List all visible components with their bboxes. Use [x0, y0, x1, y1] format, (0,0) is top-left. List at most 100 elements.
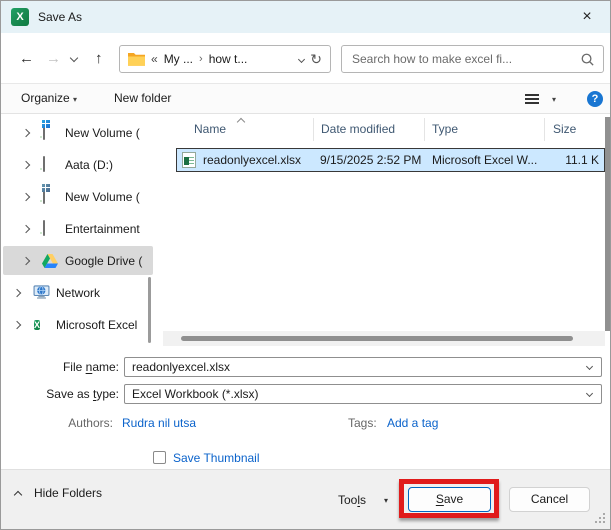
label-text: Save as: [46, 387, 93, 401]
address-chevron-down-icon[interactable]: [298, 55, 306, 63]
sidebar-item-label: Google Drive (: [65, 254, 143, 268]
organize-button[interactable]: Organize ▾: [21, 84, 77, 114]
excel-logo-icon: X: [11, 8, 29, 26]
excel-file-icon: [182, 152, 196, 168]
search-input[interactable]: [352, 47, 567, 71]
horizontal-scrollbar[interactable]: [163, 331, 605, 346]
vertical-scrollbar[interactable]: [605, 117, 610, 331]
close-icon[interactable]: ×: [574, 7, 600, 27]
sidebar-item-label: Network: [56, 286, 101, 300]
toolbar: Organize ▾ New folder ▾ ?: [1, 83, 610, 114]
drive-icon: [43, 156, 45, 172]
titlebar: X Save As ×: [1, 1, 610, 33]
date-modified-cell: 9/15/2025 2:52 PM: [320, 153, 422, 167]
save-thumbnail-checkbox[interactable]: [153, 451, 166, 464]
chevron-up-icon: [13, 490, 23, 500]
column-header-date-modified[interactable]: Date modified: [321, 122, 395, 136]
back-icon[interactable]: ←: [19, 51, 34, 67]
sort-ascending-icon: [236, 117, 246, 127]
resize-grip[interactable]: [595, 513, 597, 515]
sidebar-item-aata-d[interactable]: Aata (D:): [1, 149, 157, 181]
column-divider[interactable]: [313, 118, 314, 141]
label-text: s: [360, 493, 367, 507]
expand-chevron-icon[interactable]: [21, 224, 31, 234]
sidebar-item-label: Entertainment: [65, 222, 140, 236]
window-title: Save As: [38, 10, 83, 24]
label-text: File: [62, 360, 86, 374]
sidebar-item-new-volume-1[interactable]: New Volume (: [1, 117, 157, 149]
sidebar-item-microsoft-excel[interactable]: X Microsoft Excel: [1, 309, 157, 341]
search-icon[interactable]: [580, 52, 595, 67]
help-icon[interactable]: ?: [587, 91, 603, 107]
file-name-cell: readonlyexcel.xlsx: [203, 153, 302, 167]
folder-icon: [128, 53, 145, 66]
sidebar-item-new-volume-2[interactable]: New Volume (: [1, 181, 157, 213]
drive-windows-icon: [42, 120, 50, 140]
column-header-size[interactable]: Size: [553, 122, 576, 136]
label-text: ave: [443, 492, 464, 506]
save-thumbnail-label[interactable]: Save Thumbnail: [173, 451, 260, 465]
view-list-icon[interactable]: [525, 94, 539, 96]
expand-chevron-icon[interactable]: [12, 320, 22, 330]
up-icon[interactable]: ↑: [95, 51, 103, 67]
label-text: ame:: [92, 360, 119, 374]
file-row[interactable]: readonlyexcel.xlsx 9/15/2025 2:52 PM Mic…: [176, 148, 605, 172]
sidebar-item-label: Aata (D:): [65, 158, 114, 172]
sidebar-item-entertainment[interactable]: Entertainment: [1, 213, 157, 245]
search-box: [341, 45, 604, 73]
refresh-icon[interactable]: ↻: [310, 52, 322, 66]
column-divider[interactable]: [544, 118, 545, 141]
breadcrumb-separator-icon: ›: [199, 53, 203, 65]
sidebar-item-label: New Volume (: [65, 190, 140, 204]
drive-windows-icon: [42, 184, 50, 204]
cancel-button[interactable]: Cancel: [509, 487, 590, 512]
add-tag-link[interactable]: Add a tag: [387, 416, 438, 430]
column-divider[interactable]: [424, 118, 425, 141]
expand-chevron-icon[interactable]: [21, 160, 31, 170]
scrollbar-thumb[interactable]: [181, 336, 573, 341]
dropdown-triangle-icon: ▾: [73, 95, 78, 104]
sidebar-item-label: New Volume (: [65, 126, 140, 140]
chevron-down-icon[interactable]: [585, 362, 594, 371]
breadcrumb-collapsed[interactable]: «: [151, 52, 158, 66]
expand-chevron-icon[interactable]: [21, 192, 31, 202]
save-button[interactable]: Save: [408, 487, 491, 512]
recent-locations-chevron-icon[interactable]: [69, 53, 79, 63]
breadcrumb-segment[interactable]: how t...: [209, 52, 248, 66]
expand-chevron-icon[interactable]: [12, 288, 22, 298]
label-text: Too: [338, 493, 358, 507]
view-options-dropdown-icon[interactable]: ▾: [552, 94, 556, 106]
file-name-value: readonlyexcel.xlsx: [132, 360, 231, 374]
hide-folders-label: Hide Folders: [34, 486, 103, 500]
network-icon: [33, 285, 50, 303]
new-folder-button[interactable]: New folder: [114, 84, 171, 113]
file-name-label: File name:: [21, 360, 119, 374]
tags-label: Tags:: [348, 416, 377, 430]
authors-link[interactable]: Rudra nil utsa: [122, 416, 196, 430]
organize-label: Organize: [21, 91, 70, 105]
expand-chevron-icon[interactable]: [21, 256, 31, 266]
column-header-name[interactable]: Name: [194, 122, 226, 136]
sidebar-scrollbar[interactable]: [148, 277, 151, 343]
expand-chevron-icon[interactable]: [21, 128, 31, 138]
save-as-type-label: Save as type:: [21, 387, 119, 401]
save-as-type-value: Excel Workbook (*.xlsx): [132, 387, 259, 401]
tools-button[interactable]: Tools ▾: [338, 493, 388, 507]
chevron-down-icon[interactable]: [585, 389, 594, 398]
sidebar-item-label: Microsoft Excel: [56, 318, 138, 332]
label-text: ype:: [96, 387, 119, 401]
column-header-type[interactable]: Type: [432, 122, 458, 136]
sidebar-item-google-drive[interactable]: Google Drive (: [1, 245, 157, 277]
google-drive-icon: [42, 254, 58, 271]
sidebar-item-network[interactable]: Network: [1, 277, 157, 309]
authors-label: Authors:: [68, 416, 113, 430]
save-as-type-combobox[interactable]: Excel Workbook (*.xlsx): [124, 384, 602, 404]
save-as-dialog: X Save As × ← → ↑ « My ... › how t... ↻ …: [0, 0, 611, 530]
breadcrumb-segment[interactable]: My ...: [164, 52, 193, 66]
type-cell: Microsoft Excel W...: [432, 153, 538, 167]
drive-icon: [43, 220, 45, 236]
file-name-combobox[interactable]: readonlyexcel.xlsx: [124, 357, 602, 377]
breadcrumb[interactable]: « My ... › how t... ↻: [119, 45, 331, 73]
dropdown-triangle-icon: ▾: [384, 496, 389, 505]
forward-icon[interactable]: →: [46, 51, 61, 67]
